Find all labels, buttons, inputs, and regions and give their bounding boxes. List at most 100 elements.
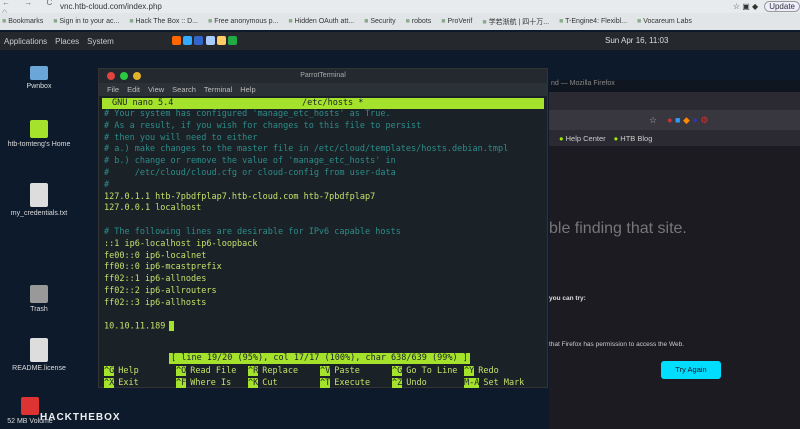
shortcut-undo[interactable]: ^Z Undo <box>392 377 464 389</box>
firefox-bookmarks: Help Center HTB Blog <box>549 130 800 146</box>
extension-icons[interactable]: ● ■ ◆ ● ⚙ <box>667 115 708 126</box>
bookmark-item[interactable]: T-Engine4: Flexibl... <box>559 18 627 25</box>
shortcut-key: ^G <box>392 366 403 376</box>
star-icon[interactable]: ☆ <box>649 115 657 126</box>
shortcut-key: ^F <box>176 378 187 388</box>
editor-line: # As a result, if you wish for changes t… <box>104 120 422 131</box>
desktop-icon-home[interactable]: htb-tomteng's Home <box>0 120 78 148</box>
shortcut-label: Set Mark <box>483 378 525 388</box>
nano-editor[interactable]: # Your system has configured 'manage_etc… <box>104 109 547 334</box>
shortcut-label: Help <box>118 366 139 376</box>
nano-status: [ line 19/20 (95%), col 17/17 (100%), ch… <box>169 353 470 364</box>
bookmark-item[interactable]: Vocareum Labs <box>637 18 692 25</box>
extension-icons[interactable]: ☆ ▣ ◆ <box>733 2 758 11</box>
nano-shortcuts: ^G Help ^O Read File ^R Replace ^V Paste ^G Go To… <box>104 365 536 389</box>
icon-label: htb-tomteng's Home <box>7 141 71 148</box>
bookmark-item[interactable]: ProVerif <box>441 18 472 25</box>
desktop-icon-pwnbox[interactable]: Pwnbox <box>0 66 78 90</box>
bookmark-item[interactable]: Security <box>364 18 395 25</box>
desktop-icon-credentials[interactable]: my_credentials.txt <box>0 183 78 217</box>
update-button[interactable]: Update <box>764 1 800 12</box>
nano-filename: /etc/hosts * <box>302 98 364 108</box>
error-title: ble finding that site. <box>549 220 687 237</box>
close-icon[interactable] <box>107 72 115 80</box>
editor-line: # then you will need to either <box>104 132 258 143</box>
shortcut-label: Undo <box>406 378 427 388</box>
terminal-menubar: File Edit View Search Terminal Help <box>99 83 547 96</box>
terminal-window[interactable]: ParrotTerminal File Edit View Search Termina… <box>98 68 548 388</box>
places-menu[interactable]: Places <box>55 37 79 46</box>
bookmark-item[interactable]: Sign in to your ac... <box>53 18 119 25</box>
browser-toolbar: ← → C ⌂ vnc.htb-cloud.com/index.php ☆ ▣ … <box>0 0 800 16</box>
minimize-icon[interactable] <box>133 72 141 80</box>
editor-line: 127.0.0.1 localhost <box>104 203 202 214</box>
error-suggestions-heading: you can try: <box>549 295 586 302</box>
editor-line: ff00::0 ip6-mcastprefix <box>104 262 222 273</box>
bookmark-item[interactable]: robots <box>406 18 431 25</box>
hackthebox-logo: HACKTHEBOX <box>40 412 121 423</box>
desktop-icon-readme[interactable]: README.license <box>0 338 78 372</box>
terminal-titlebar[interactable]: ParrotTerminal <box>99 69 547 83</box>
firefox-toolbar[interactable]: ☆ ● ■ ◆ ● ⚙ <box>549 110 800 130</box>
editor-line: # <box>104 179 110 190</box>
shortcut-replace[interactable]: ^R Replace <box>248 365 320 377</box>
shortcut-label: Execute <box>334 378 371 388</box>
bookmark-item[interactable]: Bookmarks <box>2 18 43 25</box>
shortcut-redo[interactable]: ^Y Redo <box>464 365 536 377</box>
editor-line: 127.0.1.1 htb-7pbdfplap7.htb-cloud.com h… <box>104 191 376 202</box>
shortcut-key: ^K <box>248 378 259 388</box>
shortcut-label: Redo <box>478 366 499 376</box>
bookmark-item[interactable]: Free anonymous p... <box>208 18 278 25</box>
icon-label: Pwnbox <box>26 83 52 90</box>
nano-header: GNU nano 5.4 /etc/hosts * <box>102 98 544 109</box>
launcher-icons[interactable] <box>171 35 237 47</box>
bookmark-htb-blog[interactable]: HTB Blog <box>614 134 652 143</box>
editor-line: ::1 ip6-localhost ip6-loopback <box>104 238 258 249</box>
menu-help[interactable]: Help <box>240 85 255 94</box>
shortcut-go-to-line[interactable]: ^G Go To Line <box>392 365 464 377</box>
desktop-icon-trash[interactable]: Trash <box>0 285 78 313</box>
shortcut-label: Go To Line <box>406 366 458 376</box>
editor-line: 10.10.11.189 <box>104 321 547 333</box>
shortcut-key: ^V <box>320 366 331 376</box>
try-again-button[interactable]: Try Again <box>661 361 721 379</box>
menu-file[interactable]: File <box>107 85 119 94</box>
nano-version: GNU nano 5.4 <box>112 98 174 108</box>
bookmark-help-center[interactable]: Help Center <box>559 134 606 143</box>
shortcut-key: ^R <box>248 366 259 376</box>
shortcut-paste[interactable]: ^V Paste <box>320 365 392 377</box>
shortcut-help[interactable]: ^G Help <box>104 365 176 377</box>
system-menu[interactable]: System <box>87 37 114 46</box>
bookmark-item[interactable]: 学若渐航 | 四十万... <box>482 17 550 27</box>
address-bar[interactable]: vnc.htb-cloud.com/index.php <box>60 2 162 11</box>
menu-terminal[interactable]: Terminal <box>204 85 232 94</box>
bookmark-item[interactable]: Hidden OAuth att... <box>288 18 355 25</box>
applications-menu[interactable]: Applications <box>4 37 47 46</box>
menu-search[interactable]: Search <box>172 85 196 94</box>
shortcut-key: ^T <box>320 378 331 388</box>
text-cursor <box>169 321 175 332</box>
editor-line: fe00::0 ip6-localnet <box>104 250 207 261</box>
editor-line: # a.) make changes to the master file in… <box>104 144 509 155</box>
shortcut-key: ^O <box>176 366 187 376</box>
bookmark-item[interactable]: Hack The Box :: D... <box>129 18 199 25</box>
shortcut-read-file[interactable]: ^O Read File <box>176 365 248 377</box>
shortcut-label: Exit <box>118 378 139 388</box>
shortcut-exit[interactable]: ^X Exit <box>104 377 176 389</box>
error-suggestion: that Firefox has permission to access th… <box>549 341 684 348</box>
shortcut-execute[interactable]: ^T Execute <box>320 377 392 389</box>
maximize-icon[interactable] <box>120 72 128 80</box>
bookmarks-bar: Bookmarks Sign in to your ac... Hack The B… <box>0 13 800 30</box>
shortcut-label: Cut <box>262 378 278 388</box>
shortcut-key: ^Z <box>392 378 403 388</box>
shortcut-where-is[interactable]: ^F Where Is <box>176 377 248 389</box>
shortcut-key: ^G <box>104 366 115 376</box>
menu-edit[interactable]: Edit <box>127 85 140 94</box>
shortcut-set-mark[interactable]: M-A Set Mark <box>464 377 536 389</box>
editor-line: # /etc/cloud/cloud.cfg or cloud-config f… <box>104 167 396 178</box>
shortcut-label: Paste <box>334 366 360 376</box>
shortcut-cut[interactable]: ^K Cut <box>248 377 320 389</box>
menu-view[interactable]: View <box>148 85 164 94</box>
firefox-tabs[interactable] <box>549 92 800 110</box>
editor-line: # b.) change or remove the value of 'man… <box>104 156 396 167</box>
